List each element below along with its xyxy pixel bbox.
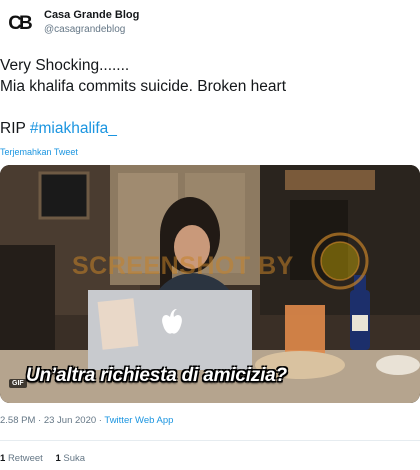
tweet-source-link[interactable]: Twitter Web App <box>104 415 173 426</box>
likes-label: Suka <box>63 453 86 464</box>
display-name[interactable]: Casa Grande Blog <box>44 9 139 21</box>
bottle-label <box>352 315 368 331</box>
hashtag-link[interactable]: #miakhalifa_ <box>30 120 117 137</box>
retweets-label: Retweet <box>7 453 43 464</box>
tweet-line-3: RIP #miakhalifa_ <box>0 118 416 139</box>
tweet-meta: 2.58 PM · 23 Jun 2020 · Twitter Web App <box>0 415 173 426</box>
shelf <box>285 170 375 190</box>
gif-caption: Un’altra richiesta di amicizia? <box>26 365 287 386</box>
divider <box>0 440 420 441</box>
retweets-stat[interactable]: 1 Retweet <box>0 453 43 464</box>
tweet-line-2: Mia khalifa commits suicide. Broken hear… <box>0 78 287 95</box>
tweet-stats: 1 Retweet 1 Suka <box>0 453 95 464</box>
tweet-time[interactable]: 2.58 PM <box>0 415 35 426</box>
tweet-media-gif[interactable]: SCREENSHOT BY Un’altra richiesta di amic… <box>0 165 420 403</box>
tweet-header: CB Casa Grande Blog @casagrandeblog <box>0 0 420 44</box>
avatar[interactable]: CB <box>4 8 34 38</box>
account-handle[interactable]: @casagrandeblog <box>44 24 125 35</box>
laptop-sticker <box>97 298 139 350</box>
wall-picture <box>38 171 90 220</box>
tweet-line-3-prefix: RIP <box>0 120 30 137</box>
translate-tweet-link[interactable]: Terjemahkan Tweet <box>0 147 78 157</box>
likes-count: 1 <box>55 453 61 464</box>
seal-inner <box>320 241 360 281</box>
likes-stat[interactable]: 1 Suka <box>55 453 85 464</box>
meta-separator: · <box>35 415 44 426</box>
retweets-count: 1 <box>0 453 6 464</box>
watermark-text: SCREENSHOT BY <box>72 252 294 280</box>
chair <box>0 245 55 355</box>
tweet-text: Very Shocking....... Mia khalifa commits… <box>0 55 416 139</box>
glass <box>285 305 325 355</box>
tweet-line-1: Very Shocking....... <box>0 57 130 74</box>
casagrande-logo-icon: CB <box>8 12 33 34</box>
bowl <box>376 355 420 375</box>
gif-badge: GIF <box>9 379 27 388</box>
tweet-date[interactable]: 23 Jun 2020 <box>44 415 96 426</box>
